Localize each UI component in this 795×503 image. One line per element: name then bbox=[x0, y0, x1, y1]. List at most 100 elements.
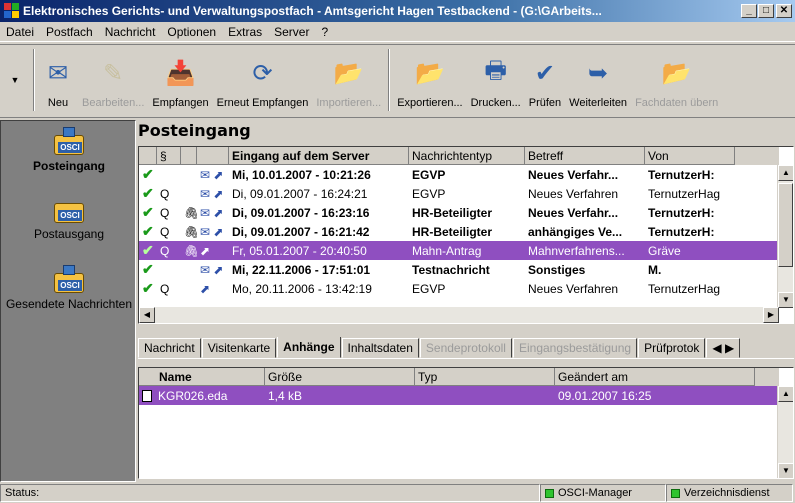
toolbar-drucken-button[interactable]: 🖶 Drucken... bbox=[467, 45, 525, 115]
message-subject: Neues Verfahr... bbox=[528, 205, 619, 220]
attachment-row[interactable]: KGR026.eda 1,4 kB 09.01.2007 16:25 bbox=[139, 386, 779, 405]
status-indicator-osci-manager: OSCI-Manager bbox=[540, 484, 666, 502]
toolbar-neu-button[interactable]: ✉ Neu bbox=[38, 45, 78, 115]
received-col-header[interactable]: Eingang auf dem Server bbox=[229, 147, 409, 165]
tab-eingangsbestätigung[interactable]: Eingangsbestätigung bbox=[512, 338, 638, 358]
check-icon: ✔ bbox=[142, 261, 154, 277]
tab-prüfprotok[interactable]: Prüfprotok bbox=[638, 338, 706, 358]
menu-nachricht[interactable]: Nachricht bbox=[99, 25, 162, 39]
scroll-down-icon[interactable]: ▼ bbox=[778, 463, 793, 478]
sidebar-item-posteingang[interactable]: OSCI Posteingang bbox=[1, 127, 137, 173]
type-col-header[interactable]: Nachrichtentyp bbox=[409, 147, 525, 165]
table-row[interactable]: ✔ Q ⬈ Mo, 20.11.2006 - 13:42:19 EGVP Neues Ve… bbox=[139, 279, 779, 298]
status-indicator-label: OSCI-Manager bbox=[558, 487, 632, 499]
toolbar-fachdaten-übern-button[interactable]: 📂 Fachdaten übern bbox=[631, 45, 722, 115]
table-row[interactable]: ✔ Q 🖇⬈ Fr, 05.01.2007 - 20:40:50 Mahn-Antrag… bbox=[139, 241, 779, 260]
sidebar-item-postausgang[interactable]: OSCI Postausgang bbox=[1, 195, 137, 241]
attachment-list[interactable]: Name Größe Typ Geändert am KGR026.eda 1,4 kB… bbox=[138, 367, 794, 479]
message-type: EGVP bbox=[412, 186, 446, 201]
table-row[interactable]: ✔ Q 🖇✉ ⬈ Di, 09.01.2007 - 16:23:16 HR-Beteil… bbox=[139, 203, 779, 222]
message-subject: Neues Verfahren bbox=[528, 186, 619, 201]
attachment-col-size[interactable]: Größe bbox=[265, 368, 415, 386]
message-subject: Neues Verfahr... bbox=[528, 167, 619, 182]
scroll-right-icon[interactable]: ▶ bbox=[763, 307, 779, 323]
received-date: Mi, 10.01.2007 - 10:21:26 bbox=[232, 167, 371, 182]
message-type: HR-Beteiligter bbox=[412, 224, 493, 239]
table-row[interactable]: ✔ ✉ ⬈ Mi, 10.01.2007 - 10:21:26 EGVP Neues V… bbox=[139, 165, 779, 184]
sidebar-item-gesendete[interactable]: OSCI Gesendete Nachrichten bbox=[1, 265, 137, 311]
message-type: Mahn-Antrag bbox=[412, 243, 482, 258]
message-type: Testnachricht bbox=[412, 262, 490, 277]
scroll-thumb[interactable] bbox=[778, 183, 793, 267]
folder-pane: OSCI Posteingang OSCI Postausgang OSCI Gesend… bbox=[0, 120, 136, 482]
toolbar-erneut-empfangen-button[interactable]: ⟳ Erneut Empfangen bbox=[213, 45, 313, 115]
tab-scroll-arrows[interactable]: ◀ ▶ bbox=[706, 338, 741, 358]
signature-col-header[interactable]: § bbox=[157, 147, 181, 165]
tab-anhänge[interactable]: Anhänge bbox=[277, 337, 341, 358]
message-from: TernutzerH: bbox=[648, 224, 715, 239]
attachment-list-header: Name Größe Typ Geändert am bbox=[139, 368, 779, 386]
scroll-up-icon[interactable]: ▲ bbox=[778, 386, 793, 402]
toolbar-label: Erneut Empfangen bbox=[216, 97, 309, 109]
receive-again-icon: ⟳ bbox=[252, 59, 273, 87]
received-date: Di, 09.01.2007 - 16:21:42 bbox=[232, 224, 370, 239]
message-type: EGVP bbox=[412, 281, 446, 296]
attachment-list-vscrollbar[interactable]: ▲ ▼ bbox=[777, 386, 793, 478]
scroll-down-icon[interactable]: ▼ bbox=[778, 292, 793, 308]
toolbar: ▼ ✉ Neu ✎ Bearbeiten... 📥 Empfangen ⟳ Erneut Em… bbox=[0, 44, 795, 118]
menu-optionen[interactable]: Optionen bbox=[161, 25, 222, 39]
attachment-col-header[interactable] bbox=[181, 147, 197, 165]
status-led-icon bbox=[671, 488, 680, 498]
new-message-icon: ✉ bbox=[47, 59, 69, 87]
toolbar-dropdown-icon[interactable]: ▼ bbox=[0, 45, 30, 115]
scroll-up-icon[interactable]: ▲ bbox=[778, 165, 793, 181]
tab-scroll-right-icon[interactable]: ▶ bbox=[725, 341, 734, 355]
menu-server[interactable]: Server bbox=[268, 25, 315, 39]
envelope-icon: ✉ ⬈ bbox=[200, 186, 224, 201]
from-col-header[interactable]: Von bbox=[645, 147, 735, 165]
attachment-col-name[interactable]: Name bbox=[139, 368, 265, 386]
toolbar-label: Neu bbox=[47, 97, 69, 109]
table-row[interactable]: ✔ Q 🖇✉ ⬈ Di, 09.01.2007 - 16:21:42 HR-Beteil… bbox=[139, 222, 779, 241]
message-list-hscrollbar[interactable]: ◀ ▶ bbox=[139, 307, 779, 323]
menu-datei[interactable]: Datei bbox=[0, 25, 40, 39]
close-button[interactable]: ✕ bbox=[776, 4, 792, 18]
attachment-col-modified[interactable]: Geändert am bbox=[555, 368, 755, 386]
tab-visitenkarte[interactable]: Visitenkarte bbox=[201, 338, 277, 358]
table-row[interactable]: ✔ Q ✉ ⬈ Di, 09.01.2007 - 16:24:21 EGVP Neues … bbox=[139, 184, 779, 203]
table-row[interactable]: ✔ ✉ ⬈ Mi, 22.11.2006 - 17:51:01 Testnachric… bbox=[139, 260, 779, 279]
envelope-icon: ✉ ⬈ bbox=[200, 224, 224, 239]
tab-scroll-left-icon[interactable]: ◀ bbox=[712, 341, 721, 355]
toolbar-prüfen-button[interactable]: ✔ Prüfen bbox=[525, 45, 565, 115]
title-bar[interactable]: Elektronisches Gerichts- und Verwaltungs… bbox=[0, 0, 795, 22]
status-text: Status: bbox=[0, 484, 540, 502]
tab-inhaltsdaten[interactable]: Inhaltsdaten bbox=[341, 338, 419, 358]
minimize-button[interactable]: _ bbox=[741, 4, 757, 18]
check-icon: ✔ bbox=[142, 166, 154, 182]
menu-postfach[interactable]: Postfach bbox=[40, 25, 99, 39]
detail-tabs: Nachricht Visitenkarte Anhänge Inhaltsdaten… bbox=[138, 337, 794, 359]
sidebar-item-label: Postausgang bbox=[33, 227, 105, 241]
menu-[interactable]: ? bbox=[315, 25, 334, 39]
app-window: Elektronisches Gerichts- und Verwaltungs… bbox=[0, 0, 795, 503]
subject-col-header[interactable]: Betreff bbox=[525, 147, 645, 165]
toolbar-bearbeiten-button[interactable]: ✎ Bearbeiten... bbox=[78, 45, 148, 115]
toolbar-importieren-button[interactable]: 📂 Importieren... bbox=[312, 45, 385, 115]
app-icon[interactable] bbox=[4, 3, 20, 19]
message-list-vscrollbar[interactable]: ▲ ▼ bbox=[777, 165, 793, 308]
scroll-left-icon[interactable]: ◀ bbox=[139, 307, 155, 323]
message-list[interactable]: § Eingang auf dem Server Nachrichtentyp Bet… bbox=[138, 146, 794, 324]
message-from: TernutzerH: bbox=[648, 205, 715, 220]
tab-nachricht[interactable]: Nachricht bbox=[138, 338, 201, 358]
maximize-button[interactable]: □ bbox=[758, 4, 774, 18]
page-title: Posteingang bbox=[138, 121, 251, 140]
window-title: Elektronisches Gerichts- und Verwaltungs… bbox=[23, 4, 602, 18]
tab-sendeprotokoll[interactable]: Sendeprotokoll bbox=[419, 338, 512, 358]
toolbar-weiterleiten-button[interactable]: ➥ Weiterleiten bbox=[565, 45, 631, 115]
envelope-col-header[interactable] bbox=[197, 147, 229, 165]
menu-extras[interactable]: Extras bbox=[222, 25, 268, 39]
toolbar-empfangen-button[interactable]: 📥 Empfangen bbox=[148, 45, 212, 115]
attachment-col-type[interactable]: Typ bbox=[415, 368, 555, 386]
toolbar-exportieren-button[interactable]: 📂 Exportieren... bbox=[393, 45, 466, 115]
status-col-header[interactable] bbox=[139, 147, 157, 165]
